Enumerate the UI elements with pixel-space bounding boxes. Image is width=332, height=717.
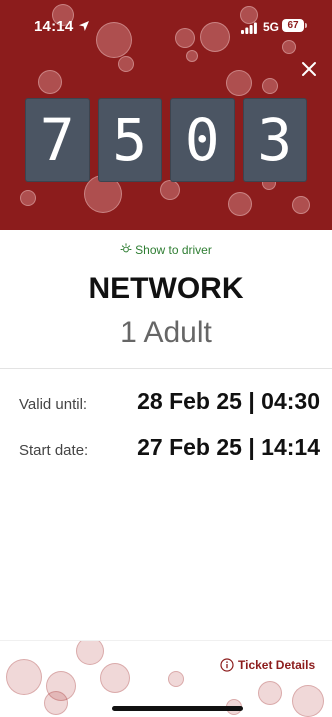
decorative-bubble bbox=[228, 192, 252, 216]
ticket-footer: Ticket Details bbox=[0, 640, 332, 717]
decorative-bubble bbox=[292, 196, 310, 214]
valid-until-value: 28 Feb 25 | 04:30 bbox=[137, 388, 320, 414]
status-time: 14:14 bbox=[34, 18, 74, 35]
decorative-bubble bbox=[292, 685, 324, 717]
info-circle-icon bbox=[220, 658, 234, 672]
decorative-bubble bbox=[168, 671, 184, 687]
ticket-code: 7 5 0 3 bbox=[25, 98, 307, 182]
show-to-driver-label: Show to driver bbox=[135, 243, 212, 257]
code-digit: 5 bbox=[97, 98, 162, 182]
start-date-label: Start date: bbox=[19, 442, 89, 459]
decorative-bubble bbox=[38, 70, 62, 94]
ticket-details-label: Ticket Details bbox=[238, 658, 316, 672]
decorative-bubble bbox=[20, 190, 36, 206]
ticket-screen: 14:14 5G 67 7 5 0 3 Show to driver NETWO… bbox=[0, 0, 332, 717]
close-icon bbox=[302, 62, 316, 76]
decorative-bubble bbox=[160, 180, 180, 200]
decorative-bubble bbox=[76, 641, 104, 665]
battery-icon: 67 bbox=[282, 19, 304, 32]
ticket-type: NETWORK bbox=[88, 272, 244, 305]
battery-tip bbox=[305, 23, 307, 28]
code-digit: 3 bbox=[242, 98, 307, 182]
decorative-bubble bbox=[44, 691, 68, 715]
valid-until-row: Valid until: 28 Feb 25 | 04:30 bbox=[0, 388, 332, 422]
start-date-value: 27 Feb 25 | 14:14 bbox=[137, 434, 320, 460]
network-type: 5G bbox=[263, 20, 280, 34]
divider bbox=[0, 368, 332, 369]
home-indicator[interactable] bbox=[112, 706, 243, 711]
ticket-header: 14:14 5G 67 7 5 0 3 bbox=[0, 0, 332, 230]
code-digit: 0 bbox=[170, 98, 235, 182]
close-button[interactable] bbox=[298, 58, 320, 80]
decorative-bubble bbox=[226, 70, 252, 96]
decorative-bubble bbox=[118, 56, 134, 72]
ticket-details-link[interactable]: Ticket Details bbox=[220, 658, 315, 672]
passenger-count: 1 Adult bbox=[120, 316, 212, 349]
battery-level: 67 bbox=[287, 20, 299, 31]
code-digit: 7 bbox=[25, 98, 90, 182]
status-bar: 14:14 5G 67 bbox=[0, 14, 332, 40]
location-arrow-icon bbox=[79, 21, 89, 31]
decorative-bubble bbox=[6, 659, 42, 695]
decorative-bubble bbox=[100, 663, 130, 693]
start-date-row: Start date: 27 Feb 25 | 14:14 bbox=[0, 434, 332, 468]
sun-icon bbox=[120, 243, 132, 253]
signal-bars-icon bbox=[241, 22, 257, 34]
decorative-bubble bbox=[262, 78, 278, 94]
decorative-bubble bbox=[258, 681, 282, 705]
decorative-bubble bbox=[186, 50, 198, 62]
decorative-bubble bbox=[282, 40, 296, 54]
show-to-driver-hint: Show to driver bbox=[0, 243, 332, 257]
valid-until-label: Valid until: bbox=[19, 396, 88, 413]
